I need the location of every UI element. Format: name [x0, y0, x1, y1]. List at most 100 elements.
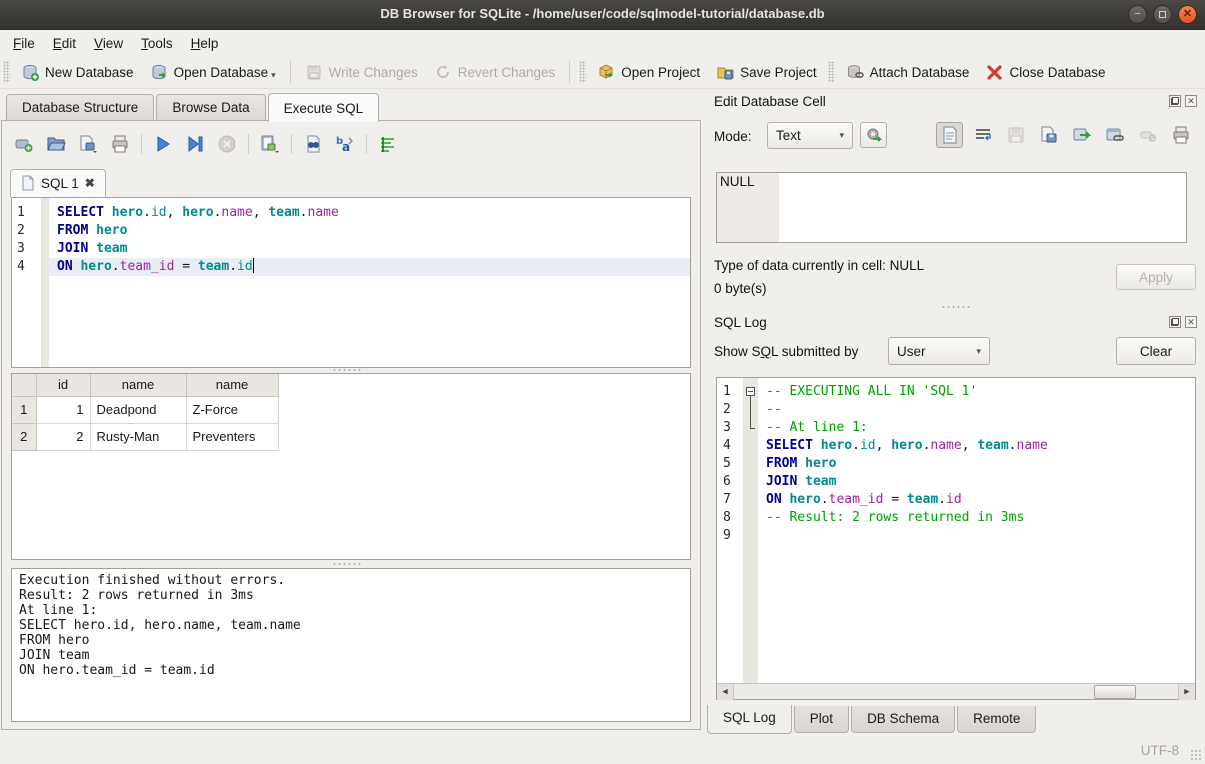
column-header-name2[interactable]: name: [186, 374, 278, 396]
cell-id[interactable]: 2: [36, 423, 90, 450]
menu-tools[interactable]: Tools: [132, 33, 182, 54]
menu-edit[interactable]: Edit: [44, 33, 85, 54]
dock-float-button[interactable]: [1169, 95, 1181, 107]
new-database-label: New Database: [45, 65, 134, 80]
sql-doc-tab-close-icon[interactable]: ✖: [85, 176, 95, 190]
dock-close-button[interactable]: ✕: [1185, 95, 1197, 107]
import-cell-button[interactable]: [860, 122, 887, 148]
menu-help[interactable]: Help: [182, 33, 228, 54]
log-fold-margin[interactable]: [743, 378, 758, 699]
code-line-current[interactable]: ON hero.team_id = team.id: [49, 258, 690, 276]
log-line: JOIN team: [758, 473, 1195, 491]
column-header-name[interactable]: name: [90, 374, 186, 396]
scrollbar-thumb[interactable]: [1094, 685, 1136, 699]
corner-header[interactable]: [12, 374, 36, 396]
tab-remote[interactable]: Remote: [957, 706, 1036, 733]
log-line: ON hero.team_id = team.id: [758, 491, 1195, 509]
dock-close-button[interactable]: ✕: [1185, 316, 1197, 328]
code-line[interactable]: SELECT hero.id, hero.name, team.name: [49, 204, 690, 222]
menu-view[interactable]: View: [85, 33, 132, 54]
maximize-icon: [1154, 6, 1171, 23]
splitter-handle[interactable]: [941, 305, 971, 309]
cell-hero-name[interactable]: Deadpond: [90, 396, 186, 423]
table-row: 1 1 Deadpond Z-Force: [12, 396, 278, 423]
save-results-button[interactable]: [256, 131, 284, 157]
save-project-button[interactable]: Save Project: [708, 59, 825, 86]
cell-id[interactable]: 1: [36, 396, 90, 423]
menu-file[interactable]: File: [4, 33, 44, 54]
open-project-button[interactable]: Open Project: [589, 59, 708, 86]
open-external-button[interactable]: [1101, 122, 1128, 148]
execute-sql-icon: [153, 134, 173, 154]
tab-browse-data[interactable]: Browse Data: [156, 94, 265, 121]
scroll-right-icon[interactable]: ▶: [1178, 684, 1195, 700]
print-cell-button[interactable]: [1167, 122, 1194, 148]
splitter-handle[interactable]: [332, 368, 362, 372]
close-database-button[interactable]: Close Database: [977, 59, 1113, 86]
column-header-id[interactable]: id: [36, 374, 90, 396]
word-wrap-button[interactable]: [374, 131, 402, 157]
tab-execute-sql[interactable]: Execute SQL: [268, 93, 380, 122]
maximize-button[interactable]: [1153, 5, 1172, 24]
cell-team-name[interactable]: Z-Force: [186, 396, 278, 423]
execution-message-log[interactable]: Execution finished without errors. Resul…: [11, 568, 691, 722]
horizontal-scrollbar[interactable]: ◀ ▶: [717, 683, 1195, 699]
results-grid[interactable]: id name name 1 1 Deadpond Z-Force 2: [11, 373, 691, 560]
splitter-handle[interactable]: [332, 562, 362, 566]
execute-current-line-button[interactable]: [181, 131, 209, 157]
resize-grip[interactable]: [1190, 749, 1202, 761]
set-null-button: [1134, 122, 1161, 148]
cell-value-editor[interactable]: NULL: [716, 172, 1187, 243]
row-header[interactable]: 2: [12, 423, 36, 450]
format-sql-button[interactable]: ba: [331, 131, 359, 157]
cell-null-value: NULL: [720, 174, 755, 189]
new-sql-tab-button[interactable]: [10, 131, 38, 157]
toolbar-drag-handle[interactable]: [828, 61, 835, 83]
log-line: --: [758, 401, 1195, 419]
clear-log-button[interactable]: Clear: [1116, 337, 1196, 365]
dock-float-button[interactable]: [1169, 316, 1181, 328]
sql-editor[interactable]: 1 2 3 4 SELECT hero.id, hero.name, team.…: [11, 197, 691, 368]
text-mode-toggle-button[interactable]: [936, 122, 963, 148]
editor-code-area[interactable]: SELECT hero.id, hero.name, team.name FRO…: [49, 198, 690, 367]
save-as-cell-button[interactable]: [1035, 122, 1062, 148]
new-database-button[interactable]: New Database: [13, 59, 142, 86]
cell-team-name[interactable]: Preventers: [186, 423, 278, 450]
attach-database-button[interactable]: Attach Database: [838, 59, 978, 86]
log-code-area[interactable]: -- EXECUTING ALL IN 'SQL 1' -- -- At lin…: [758, 378, 1195, 699]
code-line[interactable]: JOIN team: [49, 240, 690, 258]
execute-sql-button[interactable]: [149, 131, 177, 157]
tab-db-schema[interactable]: DB Schema: [851, 706, 955, 733]
toolbar-drag-handle[interactable]: [3, 61, 10, 83]
export-cell-button[interactable]: [1068, 122, 1095, 148]
open-sql-file-button[interactable]: [42, 131, 70, 157]
tab-plot[interactable]: Plot: [794, 706, 849, 733]
sql-log-view[interactable]: 1 2 3 4 5 6 7 8 9 -- EXECUTING ALL IN 'S…: [716, 377, 1196, 700]
open-database-button[interactable]: Open Database ▾: [142, 59, 284, 86]
row-header[interactable]: 1: [12, 396, 36, 423]
tab-sql-log[interactable]: SQL Log: [707, 705, 792, 734]
scroll-left-icon[interactable]: ◀: [717, 684, 734, 700]
encoding-indicator[interactable]: UTF-8: [1141, 743, 1179, 758]
tab-database-structure[interactable]: Database Structure: [6, 94, 154, 121]
open-database-dropdown-icon[interactable]: ▾: [271, 70, 276, 82]
cell-hero-name[interactable]: Rusty-Man: [90, 423, 186, 450]
fold-collapse-icon[interactable]: [746, 387, 755, 396]
cell-word-wrap-button[interactable]: [969, 122, 996, 148]
find-in-sql-button[interactable]: [299, 131, 327, 157]
close-button[interactable]: ✕: [1178, 5, 1197, 24]
toolbar-drag-handle[interactable]: [579, 61, 586, 83]
title-bar[interactable]: DB Browser for SQLite - /home/user/code/…: [0, 0, 1205, 30]
save-as-icon: [1039, 126, 1059, 144]
print-sql-button[interactable]: [106, 131, 134, 157]
mode-combobox[interactable]: Text▾: [767, 122, 853, 149]
log-line: -- At line 1:: [758, 419, 1195, 437]
code-line[interactable]: FROM hero: [49, 222, 690, 240]
svg-text:a: a: [342, 140, 350, 154]
open-sql-options-button[interactable]: [74, 131, 102, 157]
sql-doc-tab[interactable]: SQL 1 ✖: [10, 169, 106, 197]
edit-cell-dock-title: Edit Database Cell: [714, 94, 826, 109]
submitted-by-combobox[interactable]: User▾: [888, 337, 990, 365]
log-line: SELECT hero.id, hero.name, team.name: [758, 437, 1195, 455]
minimize-button[interactable]: −: [1128, 5, 1147, 24]
